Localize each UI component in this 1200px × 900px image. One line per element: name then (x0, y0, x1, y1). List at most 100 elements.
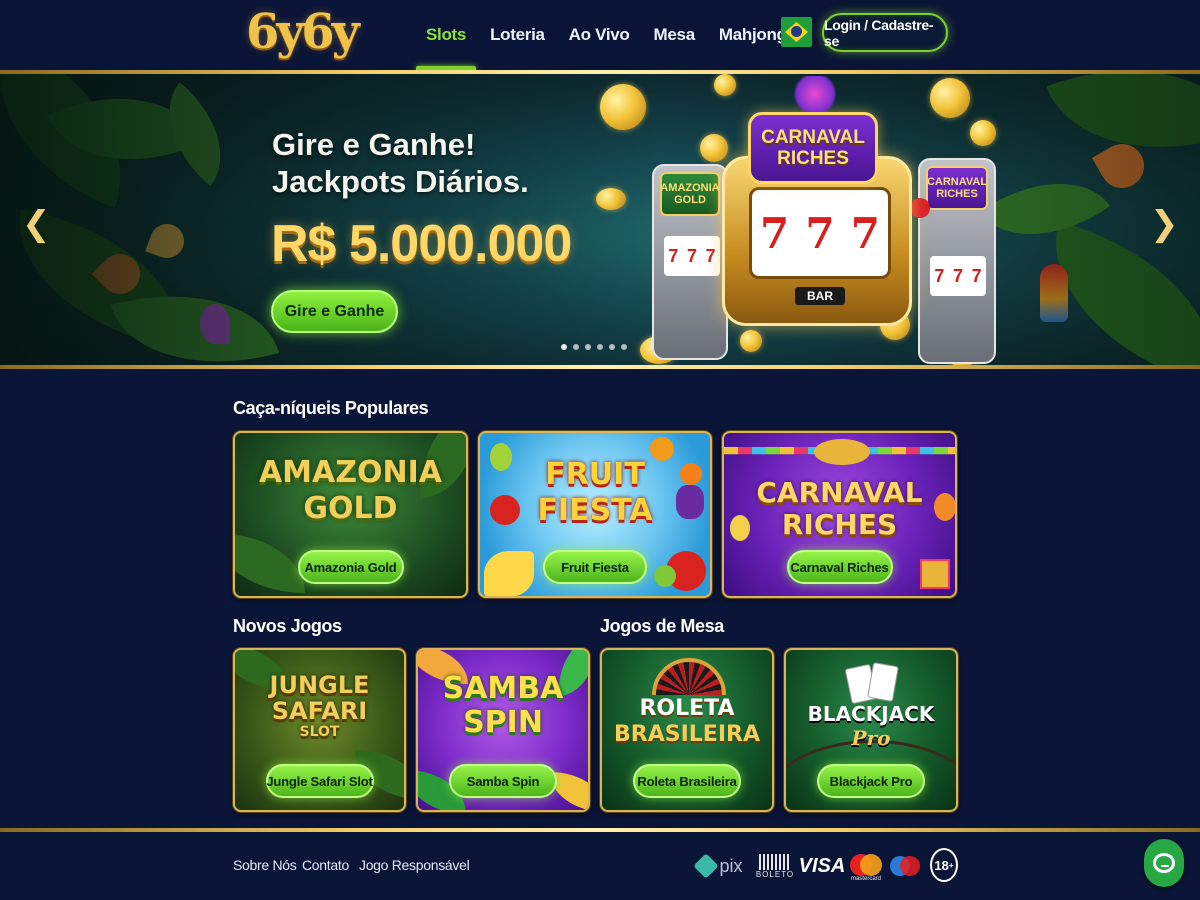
game-art-title: CARNAVAL RICHES (724, 477, 955, 541)
nav-item-ao-vivo[interactable]: Ao Vivo (557, 0, 642, 70)
footer-link-contact[interactable]: Contato (302, 857, 349, 873)
flag-globe (791, 26, 802, 37)
maestro-payment-icon (890, 851, 920, 881)
play-samba-spin-button[interactable]: Samba Spin (449, 764, 557, 798)
mastercard-circles (850, 854, 882, 876)
top-header: 6y6y Slots Loteria Ao Vivo Mesa Mahjong … (0, 0, 1200, 70)
play-jungle-safari-button[interactable]: Jungle Safari Slot (265, 764, 374, 798)
game-art-title: BLACKJACK Pro (786, 702, 956, 750)
boleto-label: BOLETO (755, 869, 795, 879)
gold-coin (740, 330, 762, 352)
reel-symbol: 7 (934, 265, 945, 286)
art-line2: SAFARI (271, 697, 368, 725)
section-title-table-games: Jogos de Mesa (600, 616, 724, 636)
reel-symbol: 7 (760, 208, 790, 258)
reel-symbol: 7 (705, 245, 716, 266)
hero-title-line1: Gire e Ganhe! (272, 127, 476, 162)
reel-window: 7 7 7 (749, 187, 891, 279)
amazonia-gold-machine: AMAZONIA GOLD 777 (652, 164, 728, 360)
machine-sign-line1: CARNAVAL (926, 176, 988, 188)
play-blackjack-pro-button[interactable]: Blackjack Pro (817, 764, 925, 798)
reel-symbol: 7 (971, 265, 982, 286)
sign-line1: CARNAVAL (761, 127, 865, 148)
chat-bubble-icon[interactable] (1144, 839, 1184, 887)
playing-card (867, 662, 899, 702)
mastercard-payment-icon: mastercard (850, 851, 882, 885)
carnival-mask (790, 76, 840, 112)
nav-item-mesa[interactable]: Mesa (642, 0, 707, 70)
machine-reels: 777 (664, 236, 720, 276)
spin-and-win-button[interactable]: Gire e Ganhe (271, 290, 398, 333)
foliage-leaf (235, 533, 305, 593)
main-nav: Slots Loteria Ao Vivo Mesa Mahjong (414, 0, 799, 70)
machine-sign-line2: GOLD (674, 194, 706, 206)
carousel-dot[interactable] (573, 344, 579, 350)
lever-knob (910, 198, 930, 218)
carousel-dot[interactable] (621, 344, 627, 350)
carnaval-riches-machine: CARNAVAL RICHES 777 (910, 158, 996, 364)
game-card-blackjack-pro[interactable]: BLACKJACK Pro Blackjack Pro (784, 648, 958, 812)
banana-fruit (484, 551, 534, 596)
hero-divider (0, 365, 1200, 369)
game-card-jungle-safari[interactable]: JUNGLE SAFARI SLOT Jungle Safari Slot (233, 648, 406, 812)
gold-coin (970, 120, 996, 146)
site-logo[interactable]: 6y6y (246, 4, 360, 60)
art-line2: Pro (851, 726, 891, 750)
chevron-right-icon[interactable]: ❯ (1150, 204, 1179, 244)
art-line2: GOLD (303, 491, 398, 526)
play-carnaval-riches-button[interactable]: Carnaval Riches (786, 550, 893, 584)
carousel-dot[interactable] (597, 344, 603, 350)
game-card-roleta-brasileira[interactable]: ROLETA BRASILEIRA Roleta Brasileira (600, 648, 774, 812)
age-18-plus-icon: 18 + (930, 848, 958, 882)
carousel-dot[interactable] (585, 344, 591, 350)
play-roleta-brasileira-button[interactable]: Roleta Brasileira (633, 764, 741, 798)
carousel-dots (561, 344, 627, 350)
machine-sign-line1: AMAZONIA (660, 182, 720, 194)
sign-line2: RICHES (777, 148, 849, 169)
pix-label: pix (719, 855, 743, 876)
game-card-fruit-fiesta[interactable]: FRUIT FIESTA Fruit Fiesta (478, 431, 712, 598)
art-line2: SPIN (463, 705, 543, 740)
nav-item-loteria[interactable]: Loteria (478, 0, 557, 70)
reel-symbol: 7 (952, 265, 963, 286)
play-fruit-fiesta-button[interactable]: Fruit Fiesta (543, 550, 647, 584)
art-line1: AMAZONIA (258, 455, 443, 490)
art-line2: RICHES (781, 508, 898, 541)
carousel-dot[interactable] (561, 344, 567, 350)
game-card-samba-spin[interactable]: SAMBA SPIN Samba Spin (416, 648, 590, 812)
play-amazonia-gold-button[interactable]: Amazonia Gold (297, 550, 404, 584)
hero-title: Gire e Ganhe! Jackpots Diários. (272, 126, 529, 200)
chat-bubble-glyph (1153, 853, 1175, 873)
gold-coin (600, 84, 646, 130)
login-register-button[interactable]: Login / Cadastre-se (822, 13, 948, 52)
reel-symbol: 7 (668, 245, 679, 266)
art-line2: FIESTA (537, 493, 653, 528)
footer-link-about[interactable]: Sobre Nós (233, 857, 297, 873)
art-line1: ROLETA (639, 696, 735, 721)
nav-item-slots[interactable]: Slots (414, 0, 478, 70)
machine-sign: AMAZONIA GOLD (660, 172, 720, 216)
visa-payment-icon: VISA (798, 854, 846, 877)
game-card-carnaval-riches[interactable]: CARNAVAL RICHES Carnaval Riches (722, 431, 957, 598)
gift-box (920, 559, 950, 589)
bar-symbol: BAR (795, 287, 845, 305)
game-art-title: JUNGLE SAFARI SLOT (235, 672, 404, 740)
game-art-title: FRUIT FIESTA (480, 457, 710, 529)
game-card-amazonia-gold[interactable]: AMAZONIA GOLD Amazonia Gold (233, 431, 468, 598)
carousel-dot[interactable] (609, 344, 615, 350)
machine-reels: 777 (930, 256, 986, 296)
footer-link-responsible-gaming[interactable]: Jogo Responsável (359, 857, 470, 873)
section-title-new-games: Novos Jogos (233, 616, 342, 636)
site-footer: Sobre Nós Contato Jogo Responsável pix B… (0, 832, 1200, 900)
game-art-title: AMAZONIA GOLD (235, 455, 466, 527)
section-title-popular: Caça-níqueis Populares (233, 398, 429, 418)
hero-shade-overlay (0, 74, 1200, 365)
hero-banner: AMAZONIA GOLD 777 CARNAVAL RICHES 777 7 … (0, 74, 1200, 365)
art-line1: CARNAVAL (756, 476, 923, 509)
chevron-left-icon[interactable]: ❮ (22, 204, 51, 244)
reel-symbol: 7 (850, 208, 880, 258)
art-line1: BLACKJACK (807, 702, 935, 726)
brazil-flag-icon[interactable] (781, 17, 812, 47)
art-line1: SAMBA (442, 671, 564, 706)
machine-sign-line2: RICHES (936, 188, 978, 200)
